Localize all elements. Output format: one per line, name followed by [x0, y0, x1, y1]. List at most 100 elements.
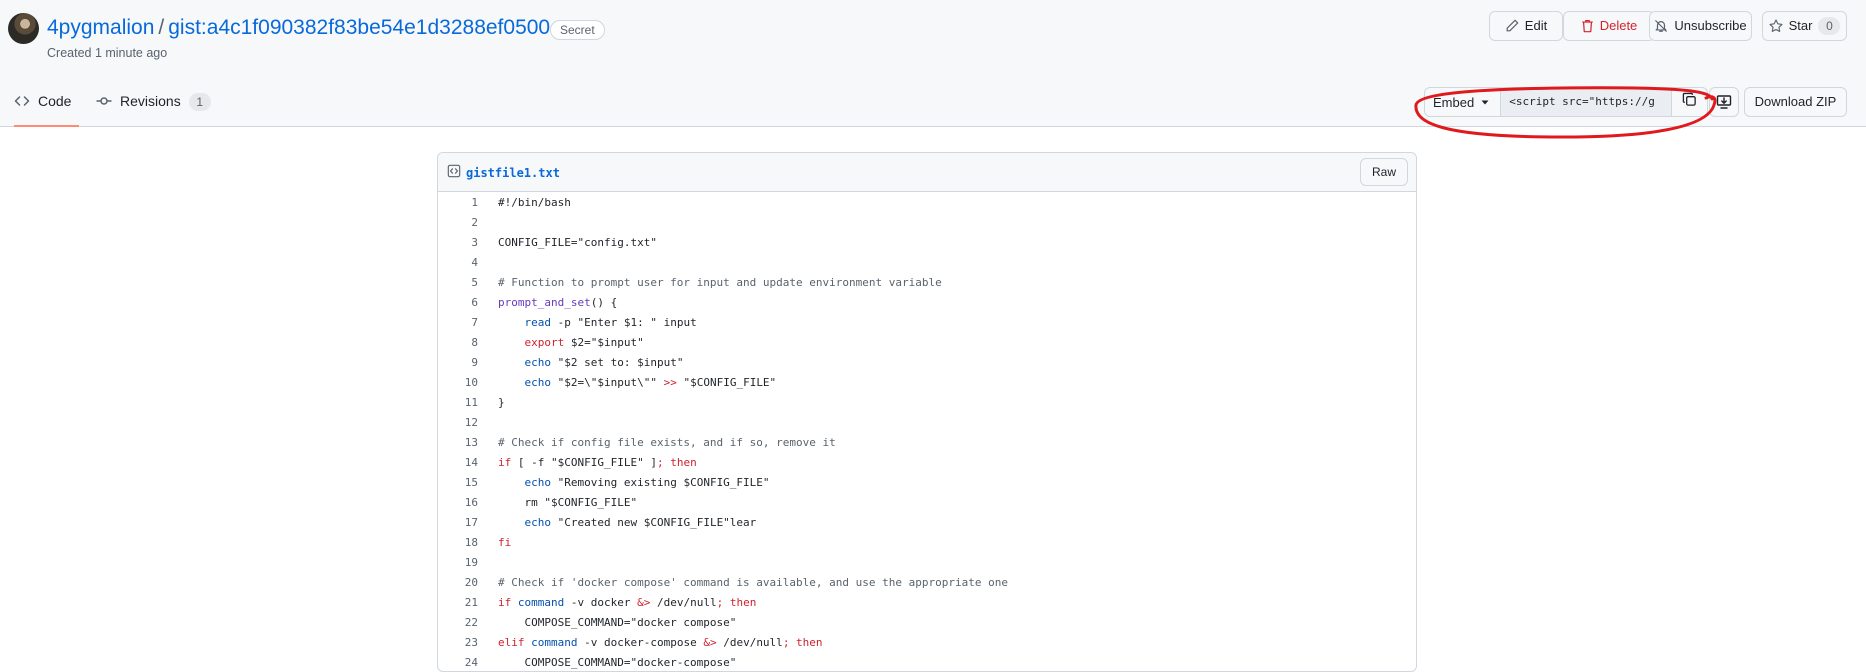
file-box: gistfile1.txt Raw 1 #!/bin/bash 2 3 CONFIG_F…	[437, 152, 1417, 672]
code-line: 7 read -p "Enter $1: " input	[438, 313, 1416, 333]
open-desktop-button[interactable]	[1709, 87, 1739, 117]
embed-group: Embed <script src="https://g	[1424, 87, 1709, 117]
code-token: "$2 set to: $input"	[551, 356, 684, 369]
star-label: Star	[1788, 18, 1813, 33]
line-code: #!/bin/bash	[498, 193, 571, 213]
created-time: Created 1 minute ago	[47, 46, 168, 60]
code-line: 2	[438, 213, 1416, 233]
code-line: 15 echo "Removing existing $CONFIG_FILE"	[438, 473, 1416, 493]
code-token: &>	[703, 636, 717, 649]
code-token: # Check if 'docker compose' command is a…	[498, 576, 1008, 589]
line-number[interactable]: 24	[438, 653, 478, 671]
avatar[interactable]	[8, 13, 39, 44]
delete-button[interactable]: Delete	[1563, 11, 1655, 41]
line-code: COMPOSE_COMMAND="docker-compose"	[498, 653, 737, 671]
file-name: gistfile1.txt	[466, 165, 560, 180]
file-name-link[interactable]: gistfile1.txt	[447, 164, 560, 181]
code-token: -v docker-compose	[577, 636, 704, 649]
tab-code-label: Code	[38, 93, 72, 109]
line-number[interactable]: 3	[438, 233, 478, 253]
raw-button[interactable]: Raw	[1359, 158, 1408, 186]
line-code: # Check if 'docker compose' command is a…	[498, 573, 1008, 593]
download-zip-button[interactable]: Download ZIP	[1744, 87, 1847, 117]
gist-name-link[interactable]: gist:a4c1f090382f83be54e1d3288ef0500e	[168, 16, 562, 39]
line-number[interactable]: 7	[438, 313, 478, 333]
line-number[interactable]: 14	[438, 453, 478, 473]
line-code: COMPOSE_COMMAND="docker compose"	[498, 613, 736, 633]
code-line: 12	[438, 413, 1416, 433]
code-line: 23 elif command -v docker-compose &> /dev…	[438, 633, 1416, 653]
line-code: # Function to prompt user for input and …	[498, 273, 942, 293]
code-token: COMPOSE_COMMAND="docker-compose"	[498, 656, 737, 669]
code-line: 9 echo "$2 set to: $input"	[438, 353, 1416, 373]
copy-button[interactable]	[1672, 87, 1709, 117]
line-number[interactable]: 16	[438, 493, 478, 513]
line-number[interactable]: 5	[438, 273, 478, 293]
line-number[interactable]: 21	[438, 593, 478, 613]
code-line: 24 COMPOSE_COMMAND="docker-compose"	[438, 653, 1416, 671]
code-token: # Function to prompt user for input and …	[498, 276, 942, 289]
tab-revisions[interactable]: Revisions 1	[96, 88, 211, 127]
code-token: /dev/null	[716, 636, 783, 649]
embed-dropdown[interactable]: Embed	[1424, 87, 1502, 117]
code-line: 20 # Check if 'docker compose' command is…	[438, 573, 1416, 593]
line-number[interactable]: 2	[438, 213, 478, 233]
line-number[interactable]: 23	[438, 633, 478, 653]
star-button[interactable]: Star 0	[1762, 11, 1847, 41]
code-line: 8 export $2="$input"	[438, 333, 1416, 353]
line-code: rm "$CONFIG_FILE"	[498, 493, 637, 513]
embed-code-input[interactable]: <script src="https://g	[1501, 87, 1673, 117]
code-token: /dev/null	[650, 596, 717, 609]
code-token: $2="$input"	[564, 336, 644, 349]
delete-label: Delete	[1599, 18, 1638, 33]
code-token: "$CONFIG_FILE"	[676, 376, 777, 389]
line-number[interactable]: 18	[438, 533, 478, 553]
file-header: gistfile1.txt Raw	[438, 153, 1416, 192]
code-line: 21 if command -v docker &> /dev/null; the…	[438, 593, 1416, 613]
code-line: 14 if [ -f "$CONFIG_FILE" ]; then	[438, 453, 1416, 473]
tab-code[interactable]: Code	[14, 88, 79, 127]
code-token: prompt_and_set	[498, 296, 591, 309]
line-code: }	[498, 393, 505, 413]
line-code: export $2="$input"	[498, 333, 644, 353]
line-number[interactable]: 4	[438, 253, 478, 273]
code-token: export	[524, 336, 565, 349]
copy-icon	[1682, 92, 1697, 112]
line-code: echo "$2=\"$input\"" >> "$CONFIG_FILE"	[498, 373, 777, 393]
line-number[interactable]: 19	[438, 553, 478, 573]
line-number[interactable]: 15	[438, 473, 478, 493]
owner-link[interactable]: 4pygmalion	[47, 16, 154, 39]
line-number[interactable]: 13	[438, 433, 478, 453]
line-number[interactable]: 6	[438, 293, 478, 313]
line-code: # Check if config file exists, and if so…	[498, 433, 836, 453]
line-number[interactable]: 20	[438, 573, 478, 593]
code-line: 4	[438, 253, 1416, 273]
pencil-icon	[1505, 19, 1519, 33]
line-number[interactable]: 10	[438, 373, 478, 393]
code-token: -v docker	[564, 596, 638, 609]
line-code: echo "$2 set to: $input"	[498, 353, 684, 373]
line-number[interactable]: 17	[438, 513, 478, 533]
line-number[interactable]: 9	[438, 353, 478, 373]
code-line: 16 rm "$CONFIG_FILE"	[438, 493, 1416, 513]
star-count: 0	[1818, 17, 1841, 35]
code-line: 5 # Function to prompt user for input and…	[438, 273, 1416, 293]
line-number[interactable]: 22	[438, 613, 478, 633]
code-line: 1 #!/bin/bash	[438, 193, 1416, 213]
code-token: command	[517, 596, 565, 609]
line-number[interactable]: 11	[438, 393, 478, 413]
edit-button[interactable]: Edit	[1489, 11, 1563, 41]
line-number[interactable]: 12	[438, 413, 478, 433]
line-number[interactable]: 8	[438, 333, 478, 353]
unsubscribe-button[interactable]: Unsubscribe	[1649, 11, 1752, 41]
code-icon	[14, 93, 30, 112]
code-line: 17 echo "Created new $CONFIG_FILE"lear	[438, 513, 1416, 533]
line-number[interactable]: 1	[438, 193, 478, 213]
edit-label: Edit	[1524, 18, 1548, 33]
code-token: # Check if config file exists, and if so…	[498, 436, 836, 449]
caret-down-icon	[1480, 95, 1490, 110]
code-token: "Removing existing $CONFIG_FILE"	[551, 476, 770, 489]
